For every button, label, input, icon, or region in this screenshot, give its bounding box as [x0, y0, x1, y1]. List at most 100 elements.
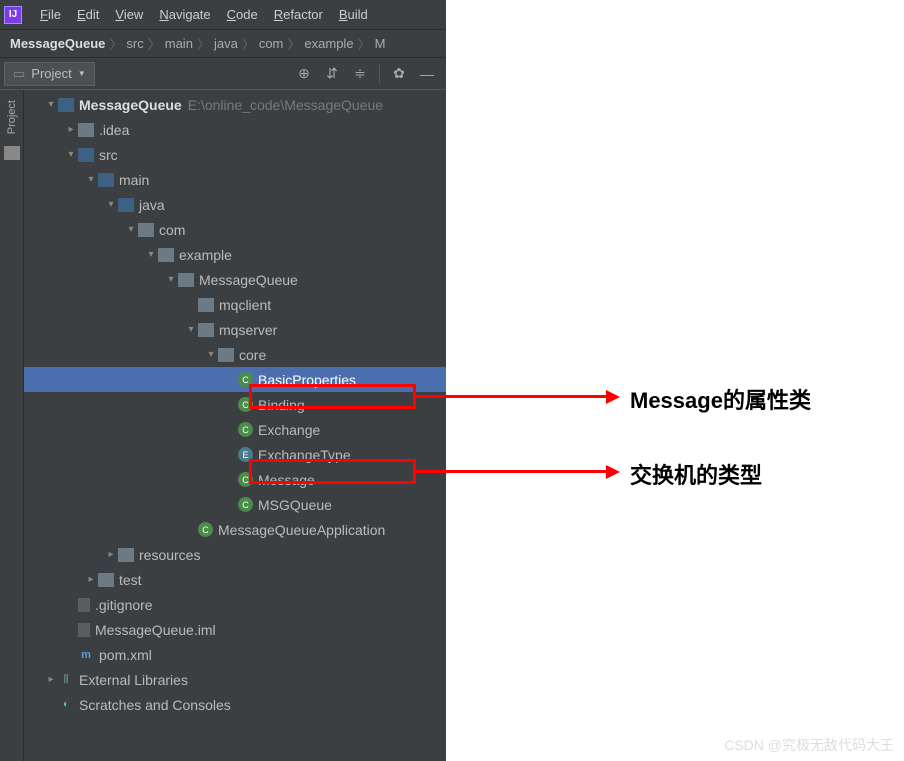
tree-row[interactable]: MessageQueue.iml	[24, 617, 446, 642]
tree-arrow-icon[interactable]: ▾	[184, 324, 198, 335]
menu-view[interactable]: View	[107, 3, 151, 26]
tree-label: MSGQueue	[258, 497, 332, 513]
sidebar-structure-icon[interactable]	[4, 146, 20, 160]
tree-row[interactable]: mpom.xml	[24, 642, 446, 667]
arrow-head-1	[606, 390, 620, 404]
file-icon	[78, 598, 90, 612]
left-gutter: Project	[0, 90, 24, 761]
arrow-line-2	[416, 470, 606, 473]
tree-arrow-icon[interactable]: ▾	[64, 149, 78, 160]
tree-row[interactable]: ▾ example	[24, 242, 446, 267]
tree-label: test	[119, 572, 142, 588]
tree-row[interactable]: ▸ test	[24, 567, 446, 592]
tree-label: .gitignore	[95, 597, 153, 613]
menu-build[interactable]: Build	[331, 3, 376, 26]
tree-arrow-icon[interactable]: ▸	[44, 674, 58, 685]
tree-arrow-icon[interactable]: ▾	[84, 174, 98, 185]
breadcrumb: MessageQueue〉src〉main〉java〉com〉example〉M	[0, 30, 446, 58]
ide-panel: IJ FileEditViewNavigateCodeRefactorBuild…	[0, 0, 446, 761]
tree-label: mqserver	[219, 322, 277, 338]
folder-blue	[78, 148, 94, 162]
project-dropdown[interactable]: ▭ Project ▼	[4, 62, 95, 86]
tree-row[interactable]: ▸⫼ External Libraries	[24, 667, 446, 692]
lib-icon: ⫼	[58, 673, 74, 687]
folder	[218, 348, 234, 362]
folder	[138, 223, 154, 237]
tree-row[interactable]: ▸.idea	[24, 117, 446, 142]
annotation-1: Message的属性类	[630, 383, 811, 415]
breadcrumb-item[interactable]: java	[214, 36, 238, 51]
hide-icon[interactable]: —	[418, 65, 436, 83]
tree-label: example	[179, 247, 232, 263]
watermark: CSDN @究极无敌代码大王	[724, 735, 894, 755]
tree-label: com	[159, 222, 185, 238]
tree-row[interactable]: ▾ java	[24, 192, 446, 217]
tree-row[interactable]: ▸resources	[24, 542, 446, 567]
tree-arrow-icon[interactable]: ▸	[84, 574, 98, 585]
app-icon: IJ	[4, 6, 22, 24]
tree-arrow-icon[interactable]: ▸	[64, 124, 78, 135]
tree-label: mqclient	[219, 297, 271, 313]
breadcrumb-item[interactable]: src	[126, 36, 143, 51]
folder	[158, 248, 174, 262]
tree-arrow-icon[interactable]: ▾	[104, 199, 118, 210]
menu-code[interactable]: Code	[219, 3, 266, 26]
folder	[98, 573, 114, 587]
sidebar-project-label[interactable]: Project	[6, 94, 18, 140]
tree-arrow-icon[interactable]: ▾	[204, 349, 218, 360]
menu-navigate[interactable]: Navigate	[151, 3, 218, 26]
tree-row[interactable]: CExchange	[24, 417, 446, 442]
tree-label: MessageQueue	[79, 97, 182, 113]
file-icon	[78, 623, 90, 637]
folder-blue	[118, 198, 134, 212]
tree-row[interactable]: CMSGQueue	[24, 492, 446, 517]
tree-row[interactable]: .gitignore	[24, 592, 446, 617]
tree-label: External Libraries	[79, 672, 188, 688]
tree-arrow-icon[interactable]: ▾	[124, 224, 138, 235]
tree-arrow-icon[interactable]: ▾	[44, 99, 58, 110]
folder	[118, 548, 134, 562]
menubar: IJ FileEditViewNavigateCodeRefactorBuild	[0, 0, 446, 30]
tree-row[interactable]: ▾ main	[24, 167, 446, 192]
breadcrumb-item[interactable]: MessageQueue	[10, 36, 105, 51]
class-icon: C	[198, 522, 213, 537]
tree-row[interactable]: ▾ MessageQueue	[24, 267, 446, 292]
scratch-icon: ◐	[58, 698, 74, 712]
breadcrumb-item[interactable]: main	[165, 36, 193, 51]
tree-arrow-icon[interactable]: ▾	[164, 274, 178, 285]
tree-row[interactable]: mqclient	[24, 292, 446, 317]
expand-icon[interactable]: ⇵	[323, 65, 341, 83]
breadcrumb-sep: 〉	[109, 34, 122, 53]
tree-row[interactable]: ▾src	[24, 142, 446, 167]
tree-row[interactable]: ▾MessageQueueE:\online_code\MessageQueue	[24, 92, 446, 117]
tree-row[interactable]: ▾ com	[24, 217, 446, 242]
menu-edit[interactable]: Edit	[69, 3, 107, 26]
tree-label: MessageQueue	[199, 272, 298, 288]
tree-label: main	[119, 172, 149, 188]
menu-file[interactable]: File	[32, 3, 69, 26]
breadcrumb-item[interactable]: com	[259, 36, 284, 51]
tree-label: pom.xml	[99, 647, 152, 663]
gear-icon[interactable]: ✿	[390, 65, 408, 83]
annotation-2: 交换机的类型	[630, 458, 762, 490]
breadcrumb-item[interactable]: example	[304, 36, 353, 51]
tree-label: core	[239, 347, 266, 363]
folder	[178, 273, 194, 287]
tree-arrow-icon[interactable]: ▾	[144, 249, 158, 260]
tree-row[interactable]: ▾ core	[24, 342, 446, 367]
locate-icon[interactable]: ⊕	[295, 65, 313, 83]
breadcrumb-sep: 〉	[358, 34, 371, 53]
breadcrumb-sep: 〉	[242, 34, 255, 53]
tree-row[interactable]: ◐Scratches and Consoles	[24, 692, 446, 717]
tree-row[interactable]: CMessageQueueApplication	[24, 517, 446, 542]
tree-label: java	[139, 197, 165, 213]
folder	[198, 323, 214, 337]
breadcrumb-item[interactable]: M	[375, 36, 386, 51]
breadcrumb-sep: 〉	[197, 34, 210, 53]
menu-refactor[interactable]: Refactor	[266, 3, 331, 26]
tree-arrow-icon[interactable]: ▸	[104, 549, 118, 560]
project-tree[interactable]: ▾MessageQueueE:\online_code\MessageQueue…	[24, 90, 446, 761]
arrow-line-1	[416, 395, 606, 398]
tree-row[interactable]: ▾ mqserver	[24, 317, 446, 342]
collapse-icon[interactable]: ≑	[351, 65, 369, 83]
